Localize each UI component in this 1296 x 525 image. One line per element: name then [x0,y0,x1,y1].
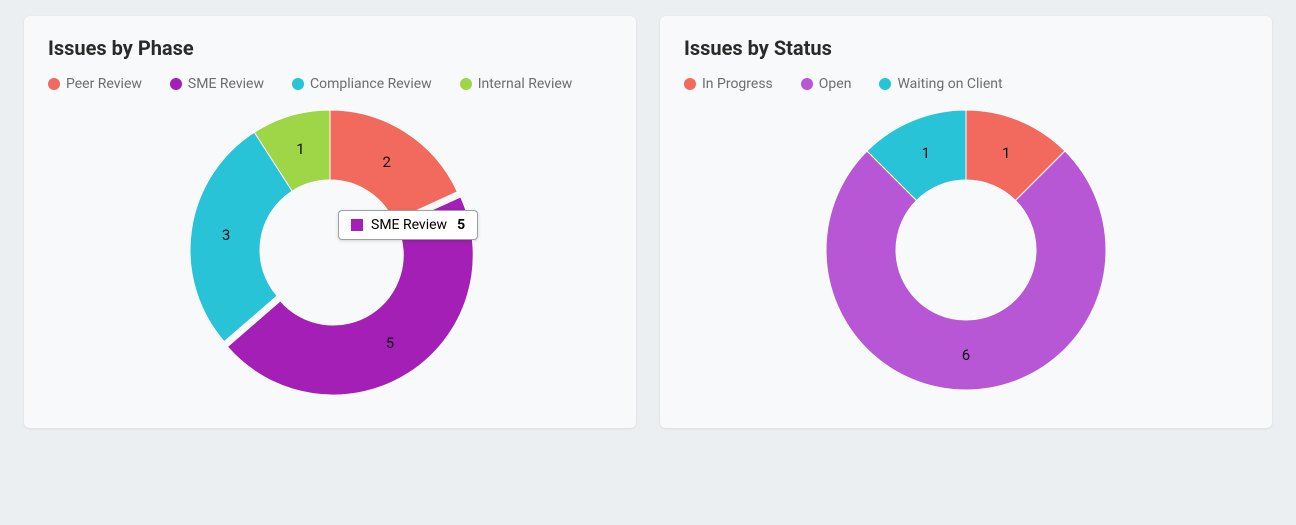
legend-swatch-icon [292,78,304,90]
dashboard-row: Issues by Phase Peer Review SME Review C… [0,0,1296,444]
tooltip-label: SME Review [371,217,447,233]
donut-chart-status[interactable]: 1 6 1 [816,100,1116,400]
legend-swatch-icon [48,78,60,90]
slice-value-label: 6 [962,346,970,364]
legend-label: In Progress [702,76,773,92]
card-title: Issues by Phase [48,36,612,60]
legend-item-sme-review[interactable]: SME Review [170,76,264,92]
donut-chart-phase[interactable]: 2 5 3 1 [180,100,480,400]
card-title: Issues by Status [684,36,1248,60]
slice-value-label: 1 [296,140,304,158]
legend-item-compliance-review[interactable]: Compliance Review [292,76,432,92]
legend-swatch-icon [684,78,696,90]
slice-value-label: 2 [383,153,391,171]
legend-item-open[interactable]: Open [801,76,852,92]
legend-item-peer-review[interactable]: Peer Review [48,76,142,92]
slice-value-label: 3 [222,226,230,244]
chart-area-phase: 2 5 3 1 SME Review 5 [48,100,612,400]
slice-value-label: 5 [386,334,394,352]
legend-label: Waiting on Client [897,76,1002,92]
legend-phase: Peer Review SME Review Compliance Review… [48,76,612,92]
chart-tooltip: SME Review 5 [338,210,478,240]
legend-item-in-progress[interactable]: In Progress [684,76,773,92]
legend-label: Compliance Review [310,76,432,92]
legend-label: Open [819,76,852,92]
legend-swatch-icon [460,78,472,90]
legend-swatch-icon [801,78,813,90]
slice-value-label: 1 [1002,144,1010,162]
chart-area-status: 1 6 1 [684,100,1248,400]
card-issues-by-status: Issues by Status In Progress Open Waitin… [660,16,1272,428]
card-issues-by-phase: Issues by Phase Peer Review SME Review C… [24,16,636,428]
legend-label: Internal Review [478,76,573,92]
chart-slice[interactable] [330,110,457,221]
legend-label: Peer Review [66,76,142,92]
slice-value-label: 1 [922,144,930,162]
legend-status: In Progress Open Waiting on Client [684,76,1248,92]
legend-item-waiting-on-client[interactable]: Waiting on Client [879,76,1002,92]
legend-swatch-icon [170,78,182,90]
legend-swatch-icon [879,78,891,90]
tooltip-swatch-icon [351,219,363,231]
legend-label: SME Review [188,76,264,92]
legend-item-internal-review[interactable]: Internal Review [460,76,573,92]
tooltip-value: 5 [457,217,465,233]
